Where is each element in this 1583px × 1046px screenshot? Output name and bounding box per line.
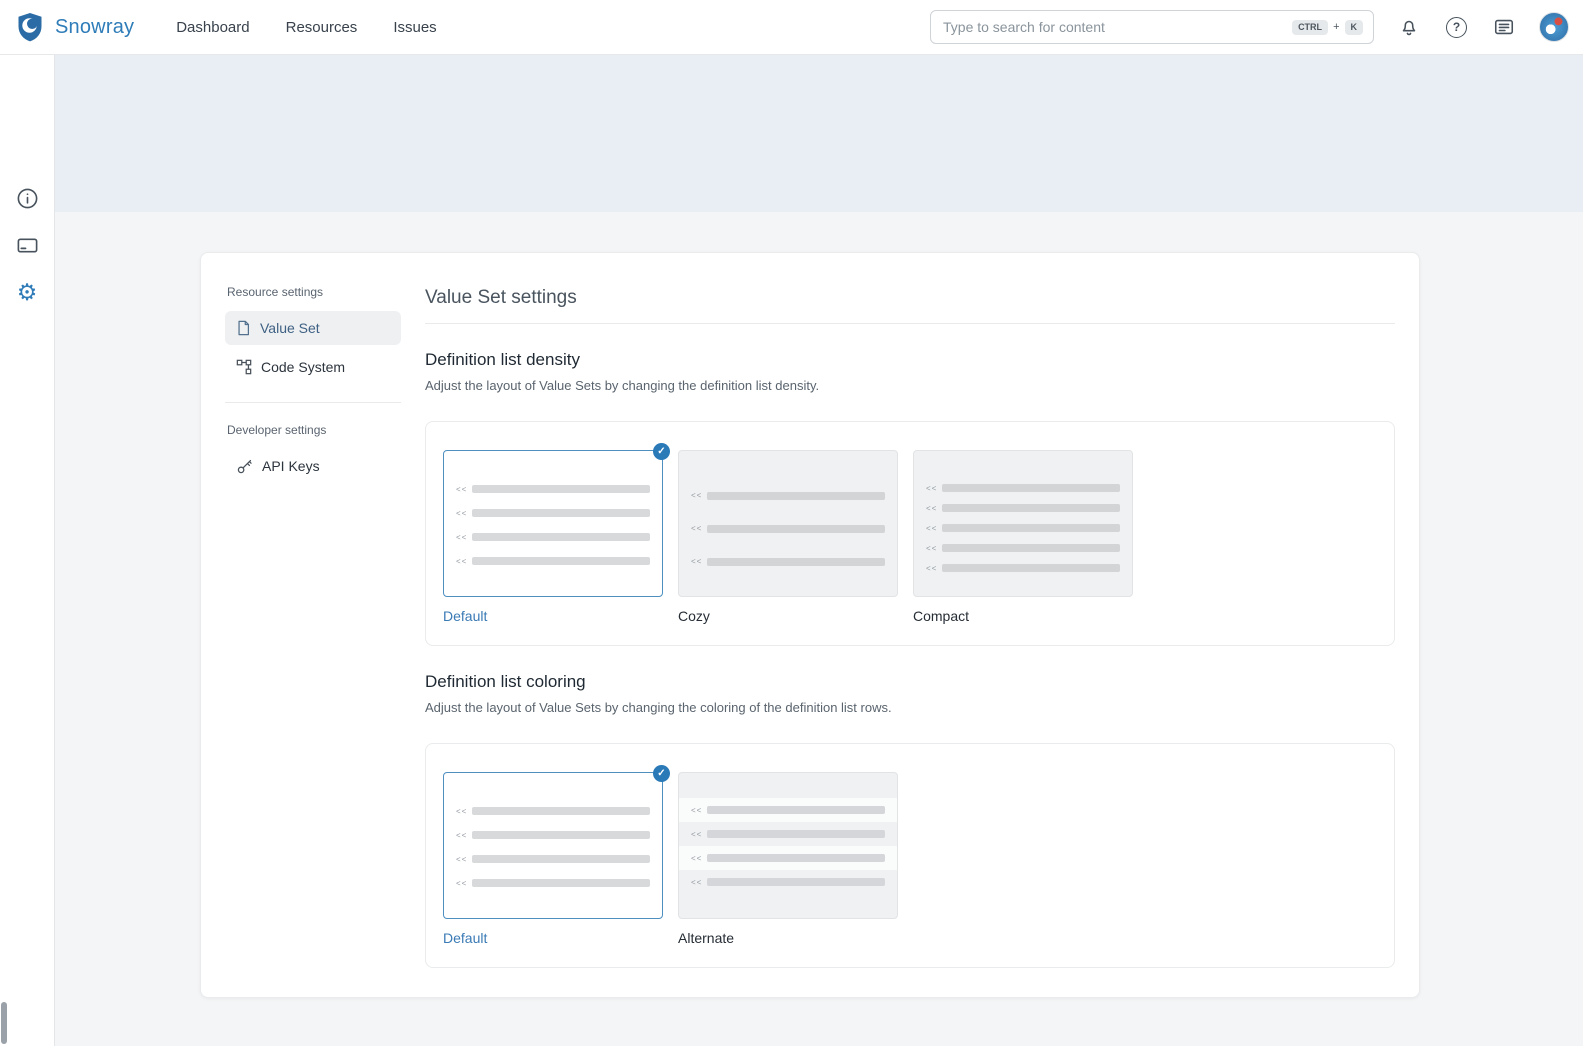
settings-button[interactable]: ⚙ <box>14 279 40 305</box>
help-button[interactable]: ? <box>1444 15 1469 40</box>
shortcut-plus: + <box>1333 21 1339 33</box>
settings-nav-divider <box>225 402 401 403</box>
skeleton-row: << <box>679 798 897 822</box>
search-box: CTRL + K <box>930 10 1374 44</box>
notifications-button[interactable] <box>1396 14 1422 40</box>
coloring-alternate-preview: << << << << <box>678 772 898 919</box>
settings-nav-item-label: Value Set <box>260 320 320 336</box>
app-logo-icon <box>14 11 46 43</box>
settings-nav: Resource settings Value Set <box>225 277 401 973</box>
search-input[interactable] <box>941 18 1292 36</box>
news-icon <box>1493 16 1515 38</box>
density-options-panel: ✓ << << << << Default <box>425 421 1395 646</box>
scrollbar-thumb[interactable] <box>1 1002 7 1044</box>
header-banner <box>55 55 1583 212</box>
skeleton-row: << <box>914 478 1132 498</box>
gear-icon: ⚙ <box>17 281 38 304</box>
section-heading-coloring: Definition list coloring <box>425 672 1395 692</box>
help-icon: ? <box>1446 17 1467 38</box>
density-option-default[interactable]: ✓ << << << << Default <box>443 450 663 645</box>
option-label: Default <box>443 930 663 946</box>
shortcut-key-k: K <box>1345 20 1364 35</box>
section-description-coloring: Adjust the layout of Value Sets by chang… <box>425 700 1395 715</box>
news-button[interactable] <box>1491 14 1517 40</box>
skeleton-row: << <box>444 823 662 847</box>
top-nav: Dashboard Resources Issues <box>176 19 436 36</box>
selected-check-icon: ✓ <box>653 765 670 782</box>
shortcut-key-ctrl: CTRL <box>1292 20 1328 35</box>
key-icon <box>236 458 253 475</box>
skeleton-row: << <box>679 870 897 894</box>
skeleton-row: << <box>444 871 662 895</box>
title-divider <box>425 323 1395 324</box>
option-label: Alternate <box>678 930 898 946</box>
option-label: Compact <box>913 608 1133 624</box>
coloring-option-default[interactable]: ✓ << << << << Default <box>443 772 663 967</box>
section-heading-density: Definition list density <box>425 350 1395 370</box>
coloring-option-alternate[interactable]: << << << << Alternate <box>678 772 898 967</box>
code-system-icon <box>236 359 252 375</box>
skeleton-row: << <box>444 847 662 871</box>
navbar-right: CTRL + K ? <box>930 10 1569 44</box>
coloring-default-preview: ✓ << << << << <box>443 772 663 919</box>
left-rail: ⚙ <box>0 55 55 1046</box>
skeleton-row: << <box>444 501 662 525</box>
skeleton-row: << <box>444 477 662 501</box>
selected-check-icon: ✓ <box>653 443 670 460</box>
settings-card: Resource settings Value Set <box>200 252 1420 998</box>
card-icon <box>16 234 39 257</box>
page: Snowray Dashboard Resources Issues CTRL … <box>0 0 1583 1046</box>
option-label: Cozy <box>678 608 898 624</box>
skeleton-row: << <box>444 549 662 573</box>
nav-item-dashboard[interactable]: Dashboard <box>176 19 249 36</box>
nav-item-issues[interactable]: Issues <box>393 19 436 36</box>
top-navbar: Snowray Dashboard Resources Issues CTRL … <box>0 0 1583 55</box>
coloring-options-panel: ✓ << << << << Default <box>425 743 1395 968</box>
settings-nav-item-label: Code System <box>261 359 345 375</box>
density-option-cozy[interactable]: << << << Cozy <box>678 450 898 645</box>
skeleton-row: << <box>914 498 1132 518</box>
value-set-icon <box>236 320 251 336</box>
settings-nav-item-label: API Keys <box>262 458 320 474</box>
user-avatar[interactable] <box>1539 12 1569 42</box>
skeleton-row: << <box>679 846 897 870</box>
section-description-density: Adjust the layout of Value Sets by chang… <box>425 378 1395 393</box>
skeleton-row: << <box>679 822 897 846</box>
skeleton-row: << <box>444 525 662 549</box>
settings-group-heading: Developer settings <box>225 423 401 437</box>
info-icon <box>16 187 39 210</box>
skeleton-row: << <box>914 518 1132 538</box>
nav-item-resources[interactable]: Resources <box>286 19 358 36</box>
main-area: Resource settings Value Set <box>55 212 1583 1046</box>
skeleton-row: << <box>679 545 897 578</box>
settings-nav-item-value-set[interactable]: Value Set <box>225 311 401 345</box>
brand[interactable]: Snowray <box>14 11 134 43</box>
info-button[interactable] <box>14 185 40 211</box>
skeleton-row: << <box>679 512 897 545</box>
density-default-preview: ✓ << << << << <box>443 450 663 597</box>
page-title: Value Set settings <box>425 287 1395 309</box>
density-cozy-preview: << << << <box>678 450 898 597</box>
settings-nav-item-api-keys[interactable]: API Keys <box>225 449 401 483</box>
option-label: Default <box>443 608 663 624</box>
density-compact-preview: << << << << << <box>913 450 1133 597</box>
billing-button[interactable] <box>14 232 40 258</box>
skeleton-row: << <box>679 479 897 512</box>
settings-nav-item-code-system[interactable]: Code System <box>225 350 401 384</box>
bell-icon <box>1398 16 1420 38</box>
settings-content: Value Set settings Definition list densi… <box>425 277 1395 973</box>
settings-group-heading: Resource settings <box>225 285 401 299</box>
skeleton-row: << <box>444 799 662 823</box>
skeleton-row: << <box>914 538 1132 558</box>
density-option-compact[interactable]: << << << << << Compact <box>913 450 1133 645</box>
brand-name: Snowray <box>55 16 134 39</box>
skeleton-row: << <box>914 558 1132 578</box>
